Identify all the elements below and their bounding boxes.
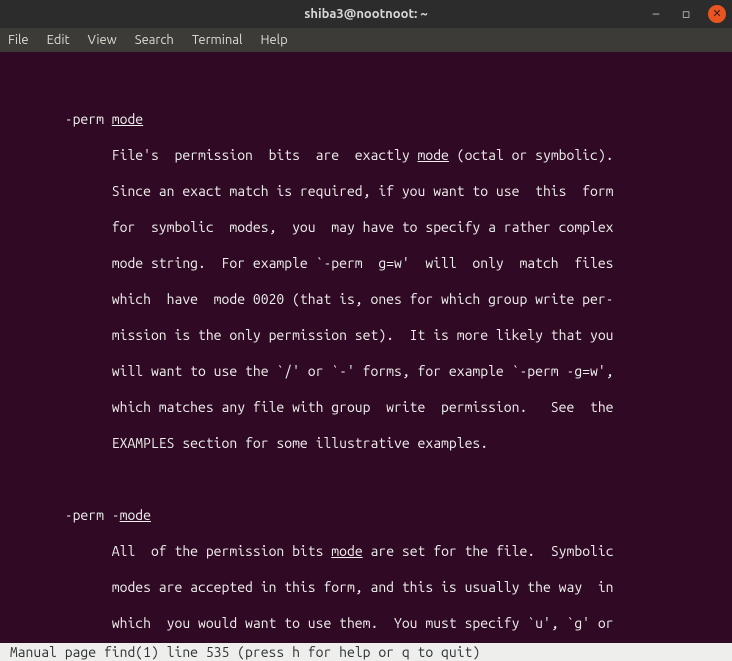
window-title: shiba3@nootnoot: ~ [0,7,732,21]
man-line: -perm mode [2,110,730,128]
man-line: Since an exact match is required, if you… [2,182,730,200]
terminal-output[interactable]: -perm mode File's permission bits are ex… [0,52,732,643]
minimize-button[interactable]: – [648,6,664,22]
man-line: -perm -mode [2,506,730,524]
man-line: which you would want to use them. You mu… [2,614,730,632]
man-line: which matches any file with group write … [2,398,730,416]
window-titlebar: shiba3@nootnoot: ~ – ▫ ✕ [0,0,732,28]
menu-search[interactable]: Search [135,33,174,47]
maximize-button[interactable]: ▫ [678,6,694,22]
man-line: modes are accepted in this form, and thi… [2,578,730,596]
man-line: mission is the only permission set). It … [2,326,730,344]
man-line: for symbolic modes, you may have to spec… [2,218,730,236]
man-line: File's permission bits are exactly mode … [2,146,730,164]
man-line [2,470,730,488]
menu-help[interactable]: Help [260,33,287,47]
close-button[interactable]: ✕ [708,5,726,23]
menu-file[interactable]: File [8,33,29,47]
man-line: which have mode 0020 (that is, ones for … [2,290,730,308]
man-line: will want to use the `/' or `-' forms, f… [2,362,730,380]
man-line [2,74,730,92]
man-line: EXAMPLES section for some illustrative e… [2,434,730,452]
man-line: mode string. For example `-perm g=w' wil… [2,254,730,272]
window-controls: – ▫ ✕ [648,0,726,28]
menu-view[interactable]: View [88,33,117,47]
menu-terminal[interactable]: Terminal [192,33,243,47]
menu-edit[interactable]: Edit [47,33,70,47]
menubar: File Edit View Search Terminal Help [0,28,732,52]
man-status-line[interactable]: Manual page find(1) line 535 (press h fo… [0,643,732,661]
man-line: All of the permission bits mode are set … [2,542,730,560]
